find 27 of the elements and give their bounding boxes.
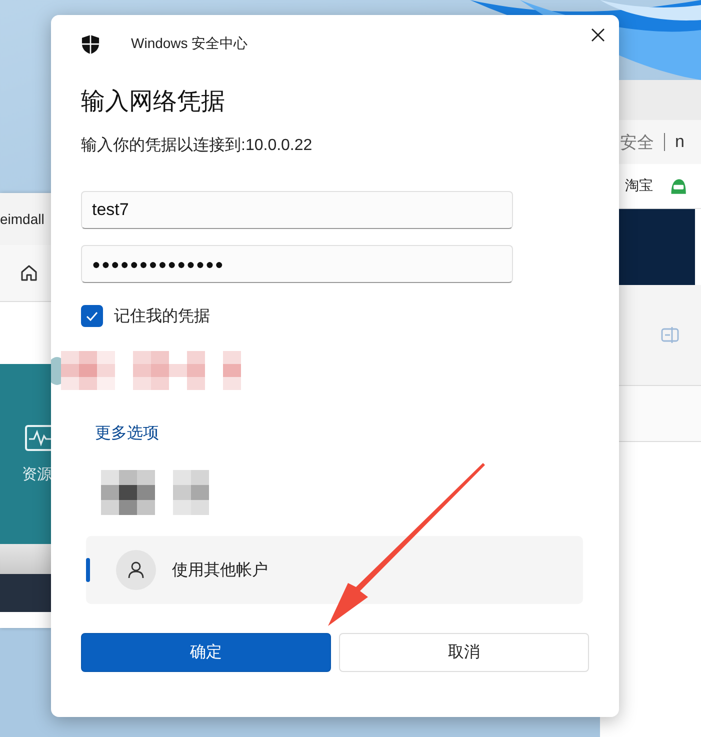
url-text: n [675,132,684,152]
account-item[interactable]: 使用其他帐户 [86,536,583,604]
tab-title: eimdall [0,211,44,227]
app-name: Windows 安全中心 [131,35,248,53]
home-icon[interactable] [19,263,39,283]
dialog-heading: 输入网络凭据 [81,87,226,117]
app-tile[interactable]: 资源 [0,364,52,544]
security-label: 安全 [620,132,654,154]
password-field[interactable]: ●●●●●●●●●●●●●● [81,245,513,283]
ok-button[interactable]: 确定 [81,633,331,672]
username-field[interactable]: test7 [81,191,513,229]
checkbox-label: 记住我的凭据 [114,306,210,326]
account-label: 使用其他帐户 [172,560,268,580]
dinosaur-icon[interactable] [669,177,687,195]
footer-bar [0,574,52,612]
tile-label: 资源 [22,464,52,484]
dialog-message: 输入你的凭据以连接到:10.0.0.22 [81,136,314,156]
shield-icon [81,34,100,54]
bookmark-link[interactable]: 淘宝 [625,177,653,195]
checkmark-icon [85,309,99,323]
more-options-link[interactable]: 更多选项 [95,423,159,444]
checkbox[interactable] [81,305,103,327]
scrollbar-strip [0,544,52,574]
cancel-button[interactable]: 取消 [339,633,589,672]
close-icon [591,28,605,42]
pulse-monitor-icon [25,424,52,450]
person-icon [116,550,156,590]
